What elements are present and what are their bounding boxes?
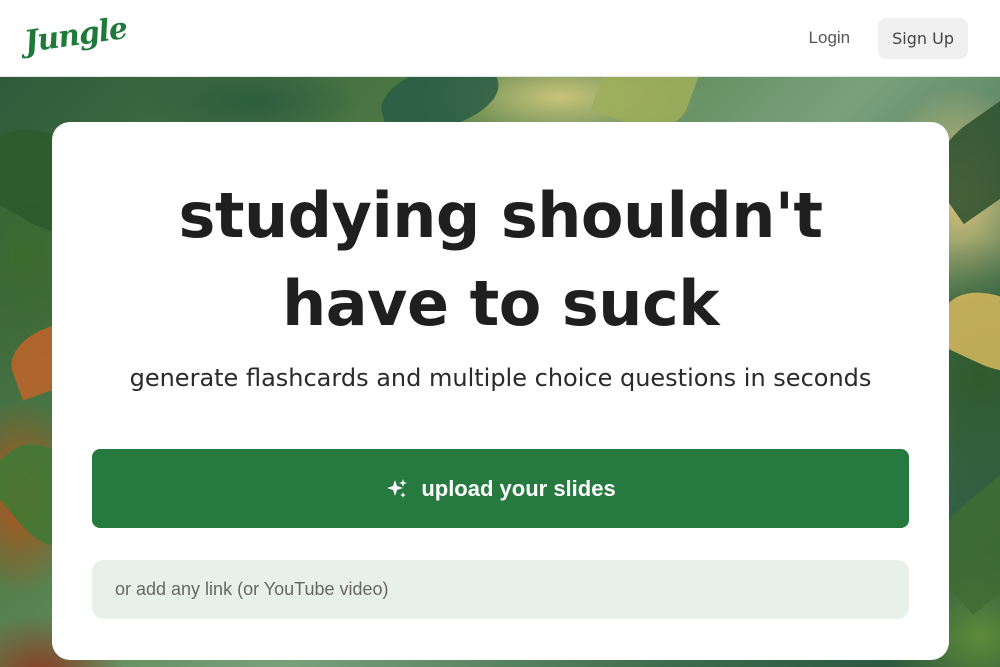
auth-nav: Login Sign Up (795, 17, 968, 59)
upload-slides-label: upload your slides (421, 475, 616, 501)
headline-line-2: have to suck (282, 267, 719, 340)
headline-line-1: studying shouldn't (178, 179, 824, 252)
upload-slides-button[interactable]: upload your slides (92, 449, 909, 528)
link-input[interactable] (92, 560, 909, 619)
login-link[interactable]: Login (795, 18, 865, 58)
sign-up-button[interactable]: Sign Up (878, 17, 968, 59)
page-title: studying shouldn't have to suck (52, 172, 949, 348)
hero-card: studying shouldn't have to suck generate… (52, 122, 949, 660)
subheadline: generate flashcards and multiple choice … (129, 364, 872, 392)
jungle-logo[interactable]: Jungle (22, 10, 129, 59)
top-navigation-bar: Jungle Login Sign Up (0, 0, 1000, 77)
sparkles-icon (387, 478, 408, 498)
